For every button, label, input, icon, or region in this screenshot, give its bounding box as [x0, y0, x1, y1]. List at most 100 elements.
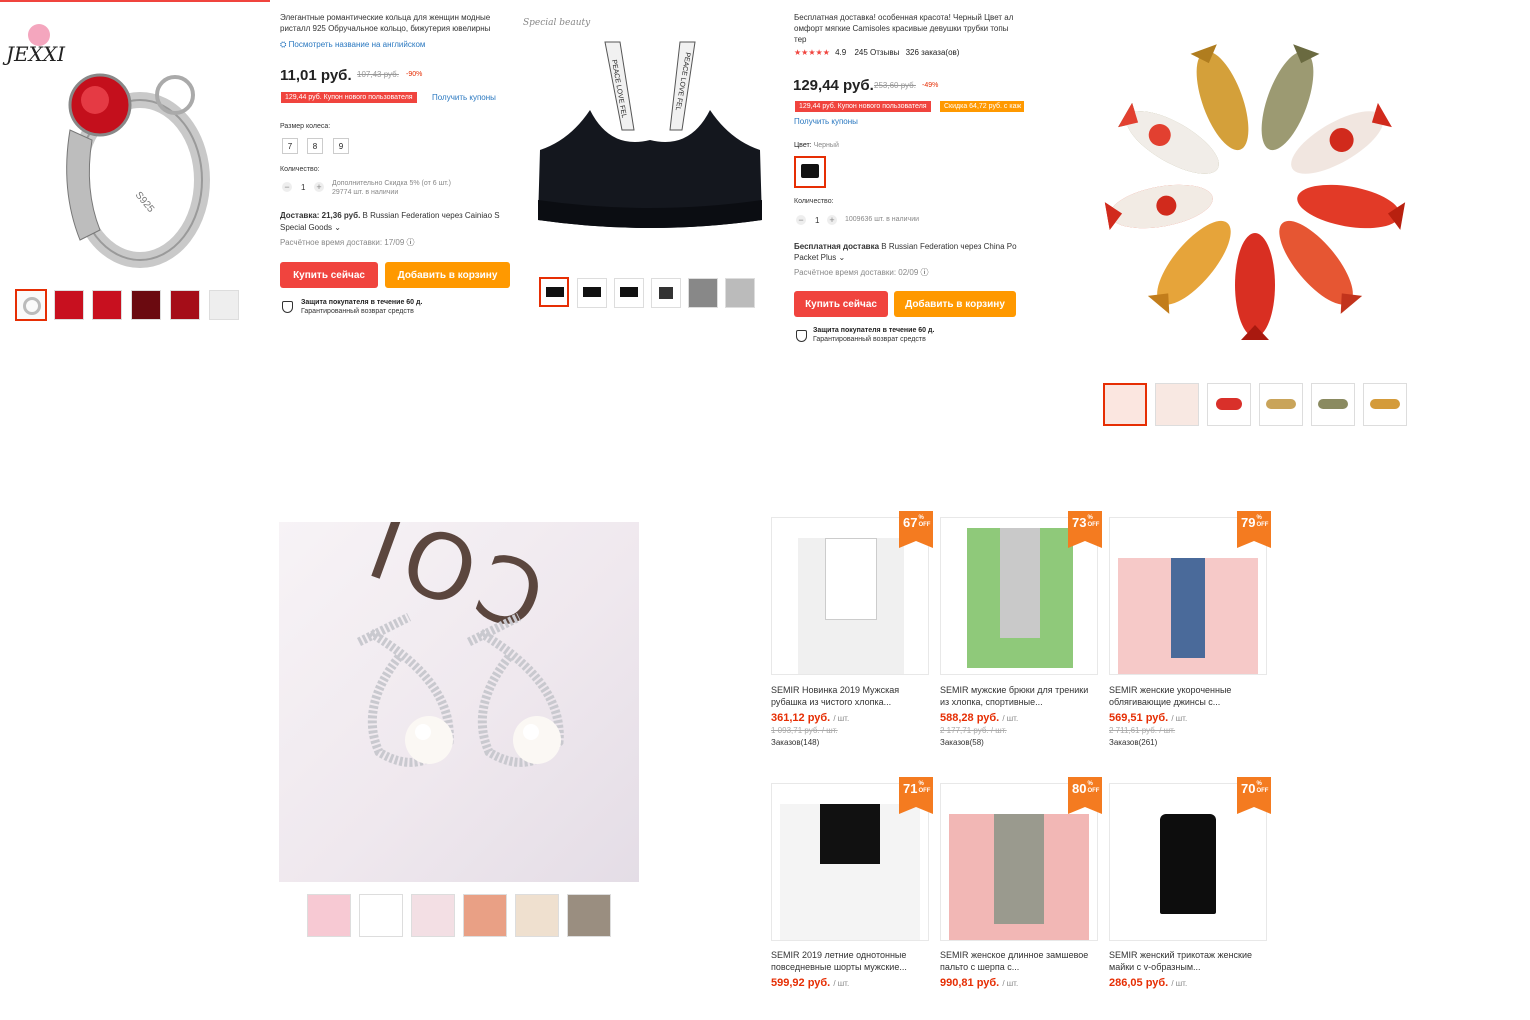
shipping-bold: Бесплатная доставка	[794, 242, 880, 251]
question-icon[interactable]: ⓘ	[918, 268, 929, 277]
thumbnail[interactable]	[307, 894, 351, 937]
thumbnail[interactable]	[1155, 383, 1199, 426]
translate-icon: ⛭	[280, 40, 289, 49]
off-label: % OFF	[1087, 781, 1100, 794]
thumbnail[interactable]	[15, 289, 47, 321]
shipping-method-text: Special Goods	[280, 223, 333, 232]
off-label: % OFF	[1256, 515, 1269, 528]
price-unit: / шт.	[1171, 714, 1188, 723]
product-old-price: 2 711,61 руб. / шт.	[1109, 726, 1176, 735]
ring-shipping: Доставка: 21,36 руб. В Russian Federatio…	[280, 211, 512, 220]
add-to-cart-button[interactable]: Добавить в корзину	[385, 262, 510, 288]
cami-qty-value[interactable]: 1	[815, 216, 819, 225]
thumbnail[interactable]	[614, 278, 644, 308]
minus-icon[interactable]: −	[796, 215, 806, 225]
thumbnail[interactable]	[567, 894, 611, 937]
thumbnail[interactable]	[92, 290, 122, 320]
orders-count: 326 заказа(ов)	[905, 48, 960, 57]
discount-value: 79	[1241, 515, 1256, 530]
delivery-time-text: Расчётное время доставки: 17/09	[280, 238, 405, 247]
cami-shipping-method[interactable]: Packet Plus ⌄	[794, 253, 845, 262]
discount-value: 70	[1241, 781, 1256, 796]
shipping-rest: В Russian Federation через Cainiao S	[360, 211, 500, 220]
thumbnail[interactable]	[54, 290, 84, 320]
cami-get-coupons[interactable]: Получить купоны	[794, 117, 858, 126]
thumbnail[interactable]	[170, 290, 200, 320]
off-label: % OFF	[1256, 781, 1269, 794]
reviews-count[interactable]: 245 Отзывы	[854, 48, 899, 57]
thumbnail[interactable]	[209, 290, 239, 320]
thumbnail[interactable]	[1259, 383, 1303, 426]
color-label: Цвет: Черный	[794, 142, 839, 149]
refund-text: Гарантированный возврат средств	[301, 308, 414, 315]
thumbnail[interactable]	[1311, 383, 1355, 426]
discount-value: 73	[1072, 515, 1087, 530]
shield-icon	[796, 330, 807, 342]
cami-shipping: Бесплатная доставка В Russian Federation…	[794, 242, 1020, 251]
thumbnail[interactable]	[131, 290, 161, 320]
ring-delivery-time: Расчётное время доставки: 17/09 ⓘ	[280, 237, 415, 248]
ring-get-coupons[interactable]: Получить купоны	[432, 93, 496, 102]
delivery-time-text: Расчётное время доставки: 02/09	[794, 268, 919, 277]
price-value: 990,81 руб.	[940, 977, 1000, 989]
chevron-down-icon: ⌄	[332, 223, 341, 232]
product-title[interactable]: SEMIR женские укороченные облягивающие д…	[1109, 684, 1259, 708]
cami-discount: -49%	[922, 82, 939, 89]
thumbnail[interactable]	[1207, 383, 1251, 426]
earrings-image: COL	[279, 522, 639, 882]
thumbnail[interactable]	[1363, 383, 1407, 426]
cami-delivery-time: Расчётное время доставки: 02/09 ⓘ	[794, 267, 929, 278]
chevron-down-icon: ⌄	[836, 253, 846, 262]
translate-text: Посмотреть название на английском	[288, 40, 426, 49]
size-option[interactable]: 8	[307, 138, 323, 154]
cami-rating: ★★★★★ 4.9 245 Отзывы 326 заказа(ов)	[794, 48, 959, 57]
product-title[interactable]: SEMIR Новинка 2019 Мужская рубашка из чи…	[771, 684, 921, 708]
price-value: 588,28 руб.	[940, 712, 1000, 724]
translate-link[interactable]: ⛭ Посмотреть название на английском	[280, 40, 425, 50]
size-option[interactable]: 7	[282, 138, 298, 154]
product-title[interactable]: SEMIR мужские брюки для треники из хлопк…	[940, 684, 1090, 708]
thumbnail[interactable]	[515, 894, 559, 937]
cami-price: 129,44 руб.	[793, 77, 874, 94]
thumbnail[interactable]	[1103, 383, 1147, 426]
thumbnail[interactable]	[463, 894, 507, 937]
size-label: Размер колеса:	[280, 123, 331, 130]
thumbnail[interactable]	[411, 894, 455, 937]
price-value: 286,05 руб.	[1109, 977, 1169, 989]
shipping-method-text: Packet Plus	[794, 253, 837, 262]
color-swatch[interactable]	[794, 156, 826, 188]
buy-now-button[interactable]: Купить сейчас	[794, 291, 888, 317]
qty-value[interactable]: 1	[301, 183, 305, 192]
thumbnail[interactable]	[688, 278, 718, 308]
thumbnail[interactable]	[651, 278, 681, 308]
ring-discount: -90%	[406, 71, 423, 78]
buy-now-button[interactable]: Купить сейчас	[280, 262, 378, 288]
cami-coupon-discount: Скидка 64,72 руб. с каж	[940, 101, 1024, 112]
minus-icon[interactable]: −	[282, 182, 292, 192]
shipping-bold: Доставка: 21,36 руб.	[280, 211, 361, 220]
product-title[interactable]: SEMIR 2019 летние однотонные повседневны…	[771, 949, 921, 973]
off-label: % OFF	[918, 781, 931, 794]
ring-image: S925	[66, 73, 210, 268]
product-title[interactable]: SEMIR женский трикотаж женские майки с v…	[1109, 949, 1259, 973]
product-title[interactable]: SEMIR женское длинное замшевое пальто с …	[940, 949, 1090, 973]
off-label: % OFF	[1087, 515, 1100, 528]
ring-price: 11,01 руб.	[280, 67, 352, 84]
thumbnail[interactable]	[359, 894, 403, 937]
product-price: 588,28 руб. / шт.	[940, 712, 1018, 724]
price-unit: / шт.	[833, 979, 850, 988]
shield-icon	[282, 301, 293, 313]
product-price: 286,05 руб. / шт.	[1109, 977, 1187, 989]
plus-icon[interactable]: +	[314, 182, 324, 192]
ring-old-price: 107,43 руб.	[357, 70, 399, 79]
add-to-cart-button[interactable]: Добавить в корзину	[894, 291, 1016, 317]
size-option[interactable]: 9	[333, 138, 349, 154]
discount-value: 80	[1072, 781, 1087, 796]
question-icon[interactable]: ⓘ	[404, 238, 415, 247]
thumbnail[interactable]	[539, 277, 569, 307]
thumbnail[interactable]	[577, 278, 607, 308]
plus-icon[interactable]: +	[827, 215, 837, 225]
ring-title: Элегантные романтические кольца для женщ…	[280, 13, 491, 33]
thumbnail[interactable]	[725, 278, 755, 308]
ring-shipping-method[interactable]: Special Goods ⌄	[280, 223, 341, 232]
